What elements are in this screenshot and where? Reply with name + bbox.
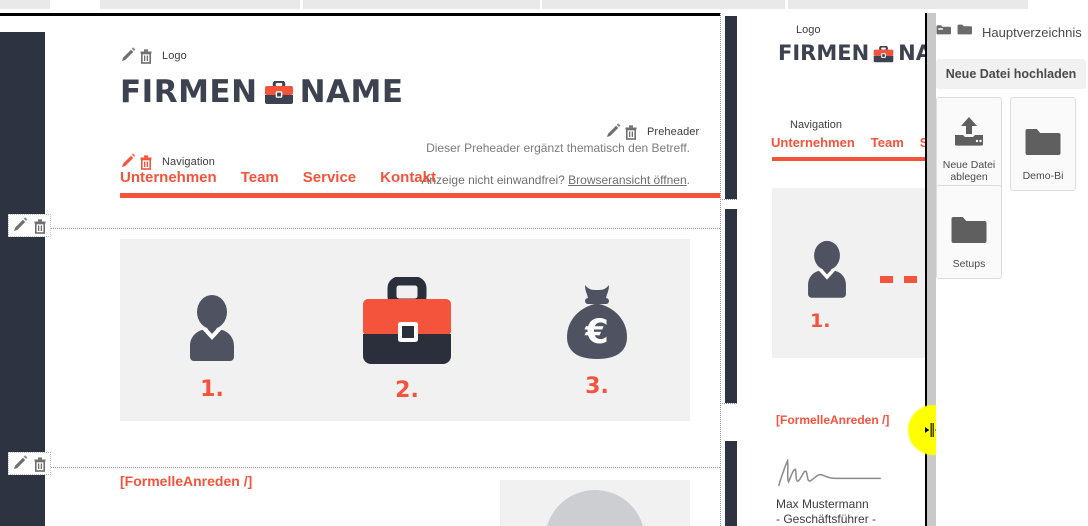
navigation-bar[interactable]: Unternehmen Team Service Kontakt — [120, 169, 460, 186]
upload-icon — [952, 116, 986, 151]
pencil-icon[interactable] — [120, 47, 137, 64]
infographic-step-3-number: 3. — [585, 374, 609, 399]
logo-block-label: Logo — [162, 49, 187, 62]
folder-icon[interactable] — [957, 23, 972, 41]
mobile-preview-border — [720, 13, 721, 526]
navigation-underline — [120, 193, 720, 198]
trash-icon[interactable] — [139, 48, 153, 64]
mobile-step-number: 1. — [810, 310, 831, 332]
file-tile-label: Neue Datei ablegen — [942, 159, 996, 183]
pencil-icon[interactable] — [12, 455, 29, 472]
infographic-block-controls[interactable] — [8, 214, 52, 237]
trash-icon[interactable] — [33, 218, 47, 234]
person-icon — [800, 240, 854, 307]
navigation-block-label: Navigation — [162, 155, 215, 168]
pencil-icon[interactable] — [120, 153, 137, 170]
mobile-nav-item-team[interactable]: Team — [871, 135, 904, 150]
browser-view-suffix: . — [686, 173, 690, 187]
file-tile-new-upload[interactable]: Neue Datei ablegen — [936, 97, 1002, 191]
mobile-signature-image — [776, 458, 891, 494]
block-separator — [45, 467, 720, 468]
toolbar-chip[interactable] — [788, 0, 1029, 9]
trash-icon[interactable] — [139, 154, 153, 170]
toolbar-chip[interactable] — [542, 0, 786, 9]
top-toolbar-strip — [0, 0, 1088, 11]
logo-block-controls[interactable]: Logo — [120, 47, 187, 64]
infographic-step-1: 1. — [152, 294, 272, 402]
mobile-signature-name: Max Mustermann — [776, 497, 869, 511]
app-root: Logo FIRMEN NAME Preheader Dieser Prehead… — [0, 0, 1088, 526]
company-name-right: NAME — [299, 74, 404, 110]
browser-view-link[interactable]: Browseransicht öffnen — [568, 173, 687, 187]
file-tile-label: Setups — [952, 258, 986, 270]
company-name: FIRMEN NAME — [120, 74, 404, 113]
mobile-signature-role: - Geschäftsführer - — [776, 512, 877, 526]
money-bag-euro-icon: € — [561, 285, 633, 367]
toolbar-chip[interactable] — [0, 0, 51, 9]
avatar-placeholder-circle — [545, 490, 645, 526]
briefcase-icon — [264, 77, 294, 113]
nav-item-kontakt[interactable]: Kontakt — [380, 169, 436, 186]
nav-item-team[interactable]: Team — [241, 169, 279, 186]
briefcase-icon — [873, 44, 894, 68]
mobile-navigation-bar[interactable]: UnternehmenTeamSe — [771, 135, 925, 150]
pencil-icon[interactable] — [12, 217, 29, 234]
file-tile-label: Demo-Bi — [1022, 170, 1064, 182]
mobile-salutation-text[interactable]: [FormelleAnreden /] — [776, 413, 889, 427]
mobile-rail-segment — [725, 209, 737, 403]
toolbar-chip[interactable] — [100, 0, 301, 9]
mobile-infographic-block[interactable]: 1. — [772, 188, 925, 358]
toolbar-chip[interactable] — [303, 0, 541, 9]
breadcrumb[interactable]: Hauptverzeichnis — [936, 23, 1082, 41]
connector-dots — [880, 276, 925, 283]
mobile-company-name-left: FIRMEN — [778, 41, 870, 65]
nav-item-service[interactable]: Service — [303, 169, 356, 186]
mobile-company-name-right: NAM — [898, 41, 925, 65]
file-tile-setups[interactable]: Setups — [936, 185, 1002, 279]
preheader-block-controls[interactable]: Preheader — [605, 123, 699, 140]
file-manager-panel[interactable]: Hauptverzeichnis Neue Datei hochladen Ne… — [936, 13, 1088, 526]
pencil-icon[interactable] — [605, 123, 622, 140]
desktop-preview[interactable]: Logo FIRMEN NAME Preheader Dieser Prehead… — [45, 32, 720, 526]
mobile-nav-item-unternehmen[interactable]: Unternehmen — [771, 135, 855, 150]
infographic-step-1-number: 1. — [200, 377, 224, 402]
company-name-left: FIRMEN — [120, 74, 258, 110]
salutation-block-controls[interactable] — [8, 452, 52, 475]
mobile-preview[interactable]: Logo FIRMEN NAM Navigation Unternehmen Tea… — [720, 13, 925, 526]
file-tile-demo-bi[interactable]: Demo-Bi — [1010, 97, 1076, 191]
preheader-text: Dieser Preheader ergänzt thematisch den … — [426, 141, 690, 155]
folder-open-icon[interactable] — [936, 23, 951, 41]
mobile-navigation-label: Navigation — [790, 119, 842, 131]
trash-icon[interactable] — [624, 124, 638, 140]
svg-text:€: € — [584, 312, 609, 352]
infographic-step-3: € 3. — [532, 281, 662, 399]
nav-item-unternehmen[interactable]: Unternehmen — [120, 169, 217, 186]
mobile-rail-segment — [725, 16, 737, 199]
block-separator — [45, 228, 720, 229]
briefcase-icon — [360, 276, 454, 371]
infographic-block[interactable]: 1. 2. € 3. — [120, 239, 690, 421]
infographic-step-2: 2. — [342, 276, 472, 403]
breadcrumb-title: Hauptverzeichnis — [982, 24, 1082, 40]
infographic-step-2-number: 2. — [395, 378, 419, 403]
image-placeholder[interactable] — [500, 480, 690, 526]
trash-icon[interactable] — [33, 456, 47, 472]
mobile-company-name: FIRMEN NAM — [778, 41, 925, 68]
preheader-block-label: Preheader — [647, 125, 700, 138]
salutation-text[interactable]: [FormelleAnreden /] — [120, 473, 252, 489]
upload-file-button[interactable]: Neue Datei hochladen — [936, 59, 1086, 89]
mobile-preview-body: Logo FIRMEN NAM Navigation Unternehmen Tea… — [738, 16, 925, 526]
mobile-logo-label: Logo — [796, 24, 821, 36]
mobile-rail-segment — [725, 441, 737, 526]
person-icon — [181, 295, 243, 370]
folder-icon — [1025, 128, 1061, 162]
mobile-signature-text: Max Mustermann - Geschäftsführer - — [776, 497, 876, 526]
mobile-navigation-underline — [772, 157, 925, 161]
folder-icon — [951, 216, 987, 250]
navigation-block-controls[interactable]: Navigation — [120, 153, 215, 170]
